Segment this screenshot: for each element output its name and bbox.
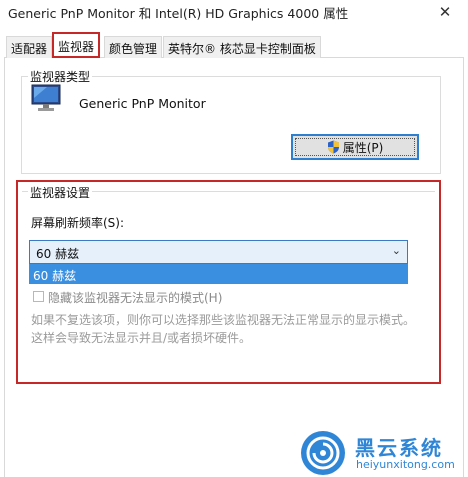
hide-modes-checkbox[interactable] [33, 291, 44, 302]
chevron-down-icon: ⌄ [391, 244, 401, 257]
description-line: 如果不复选该项，则你可以选择那些该监视器无法正常显示的显示模式。 [31, 313, 416, 327]
tab-intel-control-panel[interactable]: 英特尔® 核芯显卡控制面板 [163, 36, 321, 58]
properties-button-label: 属性(P) [342, 140, 384, 155]
shield-icon [327, 140, 339, 154]
monitor-settings-legend: 监视器设置 [28, 184, 93, 201]
close-button[interactable]: ✕ [436, 3, 454, 21]
properties-button[interactable]: 属性(P) [291, 134, 419, 160]
watermark-name: 黑云系统 [355, 436, 443, 460]
window-title: Generic PnP Monitor 和 Intel(R) HD Graphi… [8, 6, 349, 21]
description-text: 如果不复选该项，则你可以选择那些该监视器无法正常显示的显示模式。 这样会导致无法… [31, 311, 431, 347]
title-bar: Generic PnP Monitor 和 Intel(R) HD Graphi… [0, 0, 468, 26]
description-line: 这样会导致无法显示并且/或者损坏硬件。 [31, 331, 252, 345]
tab-adapter[interactable]: 适配器 [6, 36, 53, 58]
monitor-icon [31, 84, 61, 111]
refresh-rate-value: 60 赫兹 [36, 247, 80, 261]
tab-label: 监视器 [58, 40, 95, 54]
tab-color-management[interactable]: 颜色管理 [104, 36, 163, 58]
monitor-name: Generic PnP Monitor [79, 96, 206, 111]
tab-label: 英特尔® 核芯显卡控制面板 [168, 42, 316, 56]
tab-monitor[interactable]: 监视器 [52, 32, 101, 58]
monitor-type-legend: 监视器类型 [28, 68, 93, 85]
refresh-rate-label: 屏幕刷新频率(S): [31, 216, 125, 230]
refresh-rate-select[interactable]: 60 赫兹 ⌄ [29, 240, 408, 264]
refresh-rate-option-label: 60 赫兹 [33, 269, 77, 283]
tab-label: 适配器 [11, 42, 48, 56]
watermark-logo-icon [301, 431, 345, 475]
watermark-url: heiyunxitong.com [356, 458, 455, 471]
refresh-rate-option[interactable]: 60 赫兹 [29, 264, 408, 284]
tab-label: 颜色管理 [109, 42, 158, 56]
hide-modes-label: 隐藏该监视器无法显示的模式(H) [48, 291, 223, 305]
